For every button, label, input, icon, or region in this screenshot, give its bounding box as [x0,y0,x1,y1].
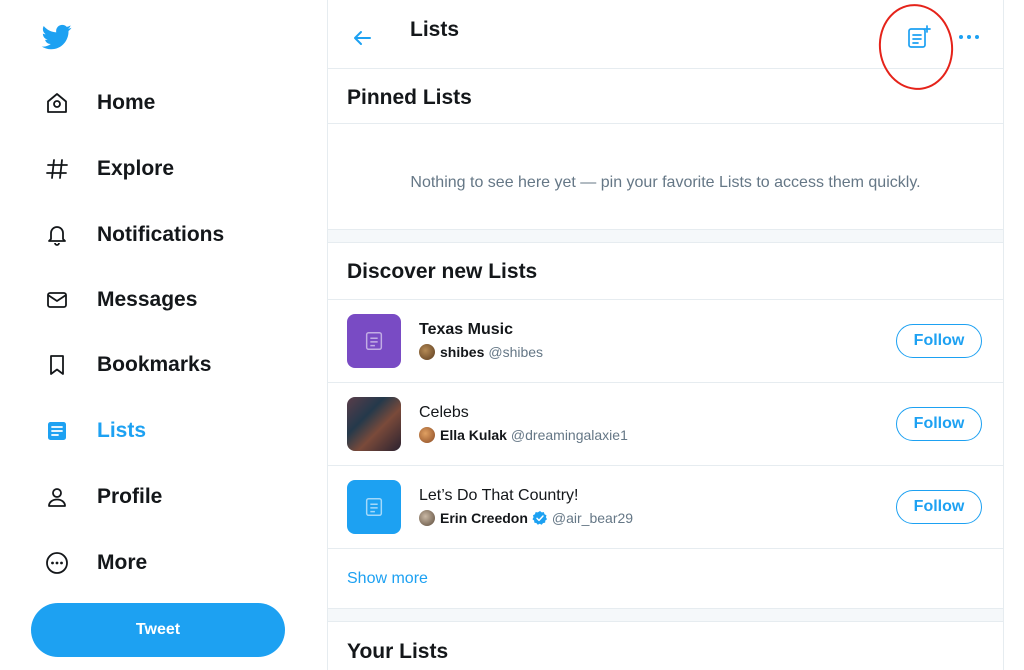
follow-button[interactable]: Follow [896,407,982,441]
sidebar-item-label: Profile [97,485,163,508]
owner-name: Erin Creedon [440,510,528,526]
sidebar: Home Explore Notifications Messages Book… [0,0,328,670]
discover-lists-heading: Discover new Lists [347,260,538,283]
list-owner: Ella Kulak @dreamingalaxie1 [419,427,628,443]
sidebar-item-label: Messages [97,288,198,311]
sidebar-item-notifications[interactable]: Notifications [44,215,224,255]
section-separator [328,608,1003,622]
sidebar-item-profile[interactable]: Profile [44,477,162,517]
avatar [419,427,435,443]
sidebar-item-label: Notifications [97,223,225,246]
list-thumbnail [347,314,401,368]
page-title: Lists [410,18,460,41]
owner-handle: @dreamingalaxie1 [510,427,628,443]
avatar [419,510,435,526]
list-item[interactable]: Let’s Do That Country! Erin Creedon @air… [328,466,1003,549]
lists-icon [44,418,70,444]
owner-name: shibes [440,344,485,360]
owner-name: Ella Kulak [440,427,507,443]
sidebar-item-home[interactable]: Home [44,83,155,123]
list-thumbnail [347,397,401,451]
person-icon [44,484,70,510]
list-item[interactable]: Celebs Ella Kulak @dreamingalaxie1 Follo… [328,383,1003,466]
show-more-link[interactable]: Show more [347,570,428,588]
list-item[interactable]: Texas Music shibes @shibes Follow [328,300,1003,383]
follow-button[interactable]: Follow [896,490,982,524]
sidebar-item-more[interactable]: More [44,543,147,583]
sidebar-item-label: Explore [97,157,175,180]
more-options-icon[interactable] [956,24,982,50]
list-owner: shibes @shibes [419,344,543,360]
home-icon [44,90,70,116]
your-lists-heading: Your Lists [347,640,449,663]
divider [328,123,1003,124]
back-arrow-icon[interactable] [350,26,374,50]
lists-main-column: Lists Pinned Lists Nothing to see here y… [327,0,1004,670]
list-name: Texas Music [419,321,513,338]
hashtag-icon [44,156,70,182]
sidebar-item-lists[interactable]: Lists [44,411,146,451]
sidebar-item-label: Bookmarks [97,353,212,376]
verified-badge-icon [532,510,548,526]
section-separator [328,229,1003,243]
list-thumbnail [347,480,401,534]
twitter-logo-icon[interactable] [40,22,74,52]
more-circle-icon [44,550,70,576]
avatar [419,344,435,360]
sidebar-item-label: Lists [97,419,147,442]
bookmark-icon [44,352,70,378]
list-owner: Erin Creedon @air_bear29 [419,510,633,526]
sidebar-item-messages[interactable]: Messages [44,280,197,320]
bell-icon [44,222,70,248]
pinned-empty-message: Nothing to see here yet — pin your favor… [410,174,921,191]
owner-handle: @shibes [488,344,544,360]
envelope-icon [44,287,70,313]
owner-handle: @air_bear29 [551,510,634,526]
sidebar-item-label: Home [97,91,156,114]
list-name: Let’s Do That Country! [419,487,579,504]
pinned-lists-heading: Pinned Lists [347,86,472,109]
follow-button[interactable]: Follow [896,324,982,358]
sidebar-item-bookmarks[interactable]: Bookmarks [44,345,211,385]
tweet-button[interactable]: Tweet [31,603,285,657]
list-name: Celebs [419,404,469,421]
sidebar-item-explore[interactable]: Explore [44,149,174,189]
page-header: Lists [328,0,1003,95]
create-list-icon[interactable] [906,24,932,50]
sidebar-item-label: More [97,551,148,574]
